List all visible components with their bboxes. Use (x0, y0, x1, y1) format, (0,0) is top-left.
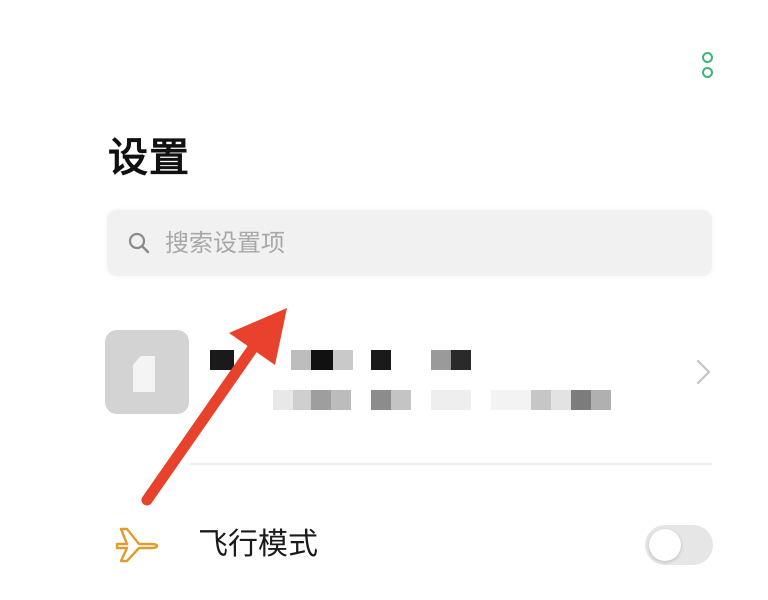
more-dot-icon (702, 67, 713, 78)
account-avatar (105, 330, 189, 414)
airplane-mode-toggle[interactable] (645, 525, 713, 565)
sim-card-icon (133, 356, 155, 392)
redacted-text (210, 350, 234, 370)
search-input[interactable] (165, 224, 685, 262)
redacted-text (311, 350, 333, 370)
airplane-mode-label: 飞行模式 (198, 527, 318, 562)
toggle-knob (649, 529, 681, 561)
search-icon (128, 232, 150, 254)
more-dot-icon (702, 52, 713, 63)
redacted-text (431, 350, 451, 370)
chevron-right-icon (696, 359, 711, 385)
redacted-text (571, 390, 591, 410)
redacted-text (273, 390, 293, 410)
redacted-text (431, 390, 471, 410)
redacted-text (293, 390, 311, 410)
page-title: 设置 (108, 135, 190, 181)
redacted-text (491, 390, 531, 410)
more-options-button[interactable] (694, 50, 720, 86)
search-bar[interactable] (107, 210, 712, 276)
redacted-text (591, 390, 611, 410)
account-row[interactable] (105, 320, 725, 430)
airplane-icon (115, 527, 159, 563)
redacted-text (551, 390, 571, 410)
redacted-text (331, 390, 351, 410)
settings-item-airplane-mode[interactable]: 飞行模式 (105, 505, 715, 585)
redacted-text (291, 350, 311, 370)
redacted-text (391, 390, 411, 410)
redacted-text (371, 350, 391, 370)
redacted-text (531, 390, 551, 410)
redacted-text (333, 350, 353, 370)
redacted-text (311, 390, 331, 410)
redacted-text (371, 390, 391, 410)
redacted-text (451, 350, 471, 370)
settings-screen: 设置 搜索设置项 飞行模式 (0, 0, 768, 600)
section-divider (190, 463, 712, 465)
